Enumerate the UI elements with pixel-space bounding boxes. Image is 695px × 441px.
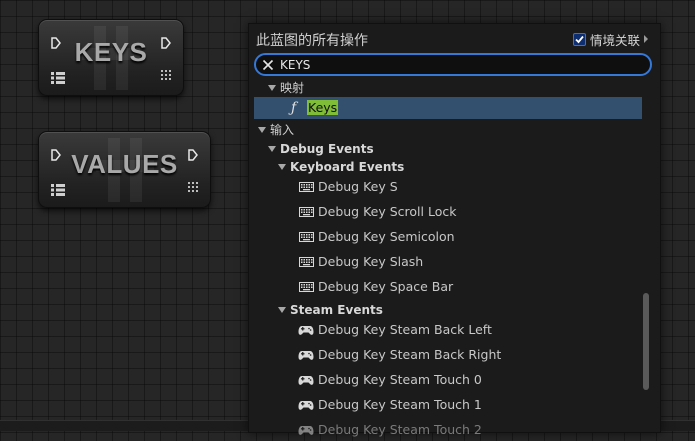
keyboard-icon (299, 232, 314, 242)
node-title: KEYS (74, 37, 148, 67)
function-icon: ƒ (291, 100, 297, 116)
tree-item-debug-key[interactable]: Debug Key Steam Back Right (254, 344, 642, 366)
tree-item-debug-key[interactable]: Debug Key Space Bar (254, 276, 642, 298)
tree-category-keyboard-events[interactable]: Keyboard Events (254, 156, 642, 178)
checkmark-icon (575, 35, 584, 43)
keyboard-icon (299, 257, 314, 267)
array-pin-icon[interactable] (51, 184, 65, 196)
keyboard-icon (299, 207, 314, 217)
gamepad-icon (298, 401, 314, 410)
values-node[interactable]: VALUES (38, 131, 211, 208)
tree-item-debug-key[interactable]: Debug Key Slash (254, 251, 642, 273)
scrollbar-thumb[interactable] (643, 293, 649, 390)
context-sensitive-toggle[interactable]: 情境关联 (572, 31, 648, 48)
action-menu-title: 此蓝图的所有操作 (256, 33, 368, 49)
context-sensitive-checkbox[interactable] (572, 32, 586, 46)
keys-node[interactable]: KEYS (38, 19, 184, 96)
clear-search-icon[interactable] (262, 59, 274, 71)
search-box[interactable] (254, 53, 652, 76)
search-input[interactable] (280, 55, 640, 74)
context-sensitive-label: 情境关联 (589, 32, 640, 48)
expand-down-icon[interactable] (268, 146, 276, 152)
expand-down-icon[interactable] (258, 127, 266, 133)
gamepad-icon (298, 376, 314, 385)
keyboard-icon (299, 282, 314, 292)
resize-grip-icon (161, 70, 171, 80)
gamepad-icon (298, 351, 314, 360)
search-match-highlight: Keys (307, 100, 339, 115)
tree-category-mapping[interactable]: 映射 (254, 77, 642, 99)
expand-down-icon[interactable] (268, 85, 276, 91)
node-title: VALUES (71, 149, 178, 179)
tree-item-debug-key[interactable]: Debug Key Steam Touch 0 (254, 369, 642, 391)
tree-item-debug-key[interactable]: Debug Key Scroll Lock (254, 201, 642, 223)
expand-down-icon[interactable] (278, 307, 286, 313)
action-menu-header: 此蓝图的所有操作 情境关联 (249, 24, 660, 52)
tree-item-debug-key[interactable]: Debug Key Steam Back Left (254, 319, 642, 341)
action-menu: 此蓝图的所有操作 情境关联 映射 ƒ Keys 输入 (248, 23, 661, 437)
tree-item-debug-key[interactable]: Debug Key Semicolon (254, 226, 642, 248)
keyboard-icon (299, 182, 314, 192)
expand-right-icon[interactable] (644, 35, 648, 43)
tree-item-keys[interactable]: ƒ Keys (254, 97, 642, 119)
resize-grip-icon (188, 182, 198, 192)
tree-item-debug-key[interactable]: Debug Key Steam Touch 1 (254, 394, 642, 416)
array-pin-icon[interactable] (51, 72, 65, 84)
tree-item-debug-key[interactable]: Debug Key S (254, 176, 642, 198)
gamepad-icon (298, 326, 314, 335)
expand-down-icon[interactable] (278, 164, 286, 170)
tree-item-debug-key[interactable]: Debug Key Steam Touch 2 (254, 419, 642, 441)
tree-category-steam-events[interactable]: Steam Events (254, 299, 642, 321)
